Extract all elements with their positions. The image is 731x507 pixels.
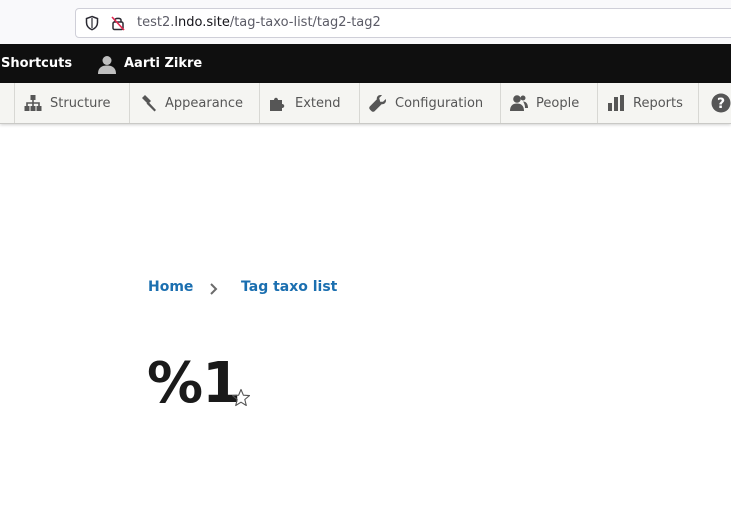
menu-item-structure[interactable]: Structure <box>14 83 130 123</box>
reports-icon <box>608 95 624 111</box>
menu-label-structure: Structure <box>50 95 111 111</box>
menu-item-help[interactable]: ? <box>699 83 731 123</box>
url-field[interactable]: test2.lndo.site/tag-taxo-list/tag2-tag2 <box>75 8 731 38</box>
user-tab[interactable]: Aarti Zikre <box>97 44 202 83</box>
url-text[interactable]: test2.lndo.site/tag-taxo-list/tag2-tag2 <box>137 15 381 30</box>
breadcrumb-home-link[interactable]: Home <box>148 279 193 295</box>
star-icon[interactable] <box>231 388 251 408</box>
menu-item-configuration[interactable]: Configuration <box>360 83 501 123</box>
menu-label-appearance: Appearance <box>165 95 244 111</box>
admin-tray: Structure Appearance Extend Configuratio… <box>0 83 731 124</box>
people-icon <box>510 95 528 111</box>
user-name: Aarti Zikre <box>124 56 203 71</box>
url-host: lndo.site <box>174 15 230 30</box>
breadcrumb-tag-taxo-list-link[interactable]: Tag taxo list <box>241 279 337 295</box>
shortcuts-tab[interactable]: Shortcuts <box>1 44 72 83</box>
menu-item-appearance[interactable]: Appearance <box>130 83 260 123</box>
url-host-prefix: test2. <box>137 15 175 30</box>
page-title: %1 <box>147 351 241 416</box>
shield-icon[interactable] <box>84 15 100 31</box>
chevron-right-icon <box>210 283 218 295</box>
url-path: /tag-taxo-list/tag2-tag2 <box>229 15 381 30</box>
menu-label-configuration: Configuration <box>395 95 484 111</box>
menu-label-people: People <box>536 95 580 111</box>
shortcuts-label: Shortcuts <box>1 56 73 71</box>
menu-label-reports: Reports <box>633 95 683 111</box>
menu-item-extend[interactable]: Extend <box>260 83 360 123</box>
browser-bar: test2.lndo.site/tag-taxo-list/tag2-tag2 <box>0 0 731 44</box>
menu-label-extend: Extend <box>295 95 341 111</box>
insecure-lock-icon[interactable] <box>110 15 126 31</box>
admin-toolbar: Shortcuts Aarti Zikre <box>0 44 731 83</box>
appearance-icon <box>142 95 156 112</box>
svg-text:?: ? <box>717 96 725 112</box>
menu-item-reports[interactable]: Reports <box>598 83 699 123</box>
help-icon: ? <box>711 93 731 113</box>
user-icon <box>97 54 117 74</box>
menu-item-people[interactable]: People <box>501 83 598 123</box>
extend-icon <box>270 97 285 111</box>
configuration-icon <box>369 95 386 112</box>
structure-icon <box>24 95 42 111</box>
